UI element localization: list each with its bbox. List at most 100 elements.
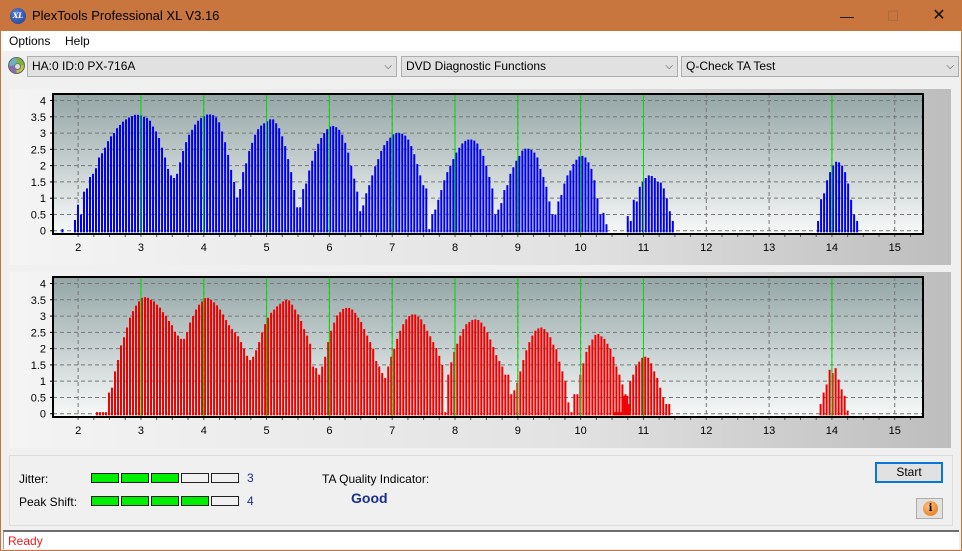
bar <box>820 199 823 233</box>
bar <box>495 355 498 416</box>
bar <box>183 338 186 416</box>
bar <box>599 214 602 233</box>
bar <box>161 147 164 233</box>
bar <box>462 329 465 416</box>
bar <box>825 384 828 416</box>
bar <box>237 336 240 416</box>
peak-shift-value: 4 <box>247 494 254 508</box>
bar <box>476 143 479 233</box>
bar <box>467 139 470 233</box>
bar <box>387 366 390 416</box>
menu-options[interactable]: Options <box>9 34 50 48</box>
bar <box>216 305 219 416</box>
bar <box>566 175 569 233</box>
bar <box>569 170 572 233</box>
bar <box>240 342 243 416</box>
bar <box>273 309 276 416</box>
bar <box>231 329 234 416</box>
bar <box>528 342 531 416</box>
bar <box>348 307 351 416</box>
bar <box>846 410 849 416</box>
bar <box>537 328 540 416</box>
function-select[interactable]: DVD Diagnostic Functions ⌵ <box>401 56 678 77</box>
bar <box>513 390 516 416</box>
bar <box>341 134 344 233</box>
bar <box>587 162 590 233</box>
toolbar: HA:0 ID:0 PX-716A ⌵ DVD Diagnostic Funct… <box>1 52 961 80</box>
info-button[interactable]: i <box>916 498 943 519</box>
bar <box>575 159 578 233</box>
bar <box>515 160 518 233</box>
bar <box>336 315 339 416</box>
bar <box>356 191 359 233</box>
bar <box>311 160 314 233</box>
bar <box>425 188 428 233</box>
bar <box>617 412 620 416</box>
bar <box>659 387 662 416</box>
bar <box>494 214 497 233</box>
y-tick-label: 1.5 <box>31 177 46 189</box>
title-bar[interactable]: XL PlexTools Professional XL V3.16 — ☐ ✕ <box>1 1 961 31</box>
bar <box>73 220 76 233</box>
bar <box>384 377 387 416</box>
bar <box>533 152 536 233</box>
bar <box>221 131 224 233</box>
bar <box>530 150 533 233</box>
bar <box>212 115 215 233</box>
bar <box>471 319 474 416</box>
bar <box>186 332 189 416</box>
test-select[interactable]: Q-Check TA Test ⌵ <box>681 56 959 77</box>
bar <box>261 332 264 416</box>
bar <box>480 322 483 416</box>
bar <box>132 311 135 416</box>
x-tick-label: 8 <box>452 242 458 254</box>
bar <box>194 124 197 233</box>
bar <box>339 312 342 416</box>
bar <box>600 336 603 416</box>
bar <box>435 347 438 416</box>
x-tick-label: 5 <box>264 242 270 254</box>
close-button[interactable]: ✕ <box>916 1 962 31</box>
bar <box>285 299 288 416</box>
bar <box>122 121 125 233</box>
bar <box>76 204 79 233</box>
bar <box>359 211 362 233</box>
bar <box>626 395 629 416</box>
x-tick-label: 3 <box>138 242 144 254</box>
maximize-button[interactable]: ☐ <box>870 1 916 31</box>
bar <box>492 347 495 416</box>
bar <box>128 317 131 416</box>
bar <box>647 357 650 416</box>
bar <box>170 175 173 233</box>
bar <box>101 412 104 416</box>
bar <box>644 178 647 233</box>
menu-help[interactable]: Help <box>65 34 90 48</box>
bar <box>239 189 242 233</box>
bar <box>632 199 635 233</box>
ta-quality-label: TA Quality Indicator: <box>322 472 430 486</box>
bar <box>635 201 638 233</box>
bar <box>650 363 653 416</box>
disc-icon <box>8 57 25 74</box>
minimize-button[interactable]: — <box>824 1 870 31</box>
jitter-meter-segment <box>151 473 179 483</box>
bar <box>192 316 195 416</box>
start-button[interactable]: Start <box>875 462 943 483</box>
bar <box>278 128 281 233</box>
x-tick-label: 13 <box>763 242 775 254</box>
bar <box>143 116 146 233</box>
bar <box>88 177 91 233</box>
x-tick-label: 6 <box>326 242 332 254</box>
bar <box>429 336 432 416</box>
bar <box>119 345 122 416</box>
bar <box>817 220 820 233</box>
bar <box>431 214 434 233</box>
bar <box>641 357 644 416</box>
drive-select[interactable]: HA:0 ID:0 PX-716A ⌵ <box>27 56 397 77</box>
bar <box>405 319 408 416</box>
bar <box>362 205 365 233</box>
bar <box>92 173 95 233</box>
bar <box>353 178 356 233</box>
bar <box>847 183 850 233</box>
bar <box>555 349 558 416</box>
